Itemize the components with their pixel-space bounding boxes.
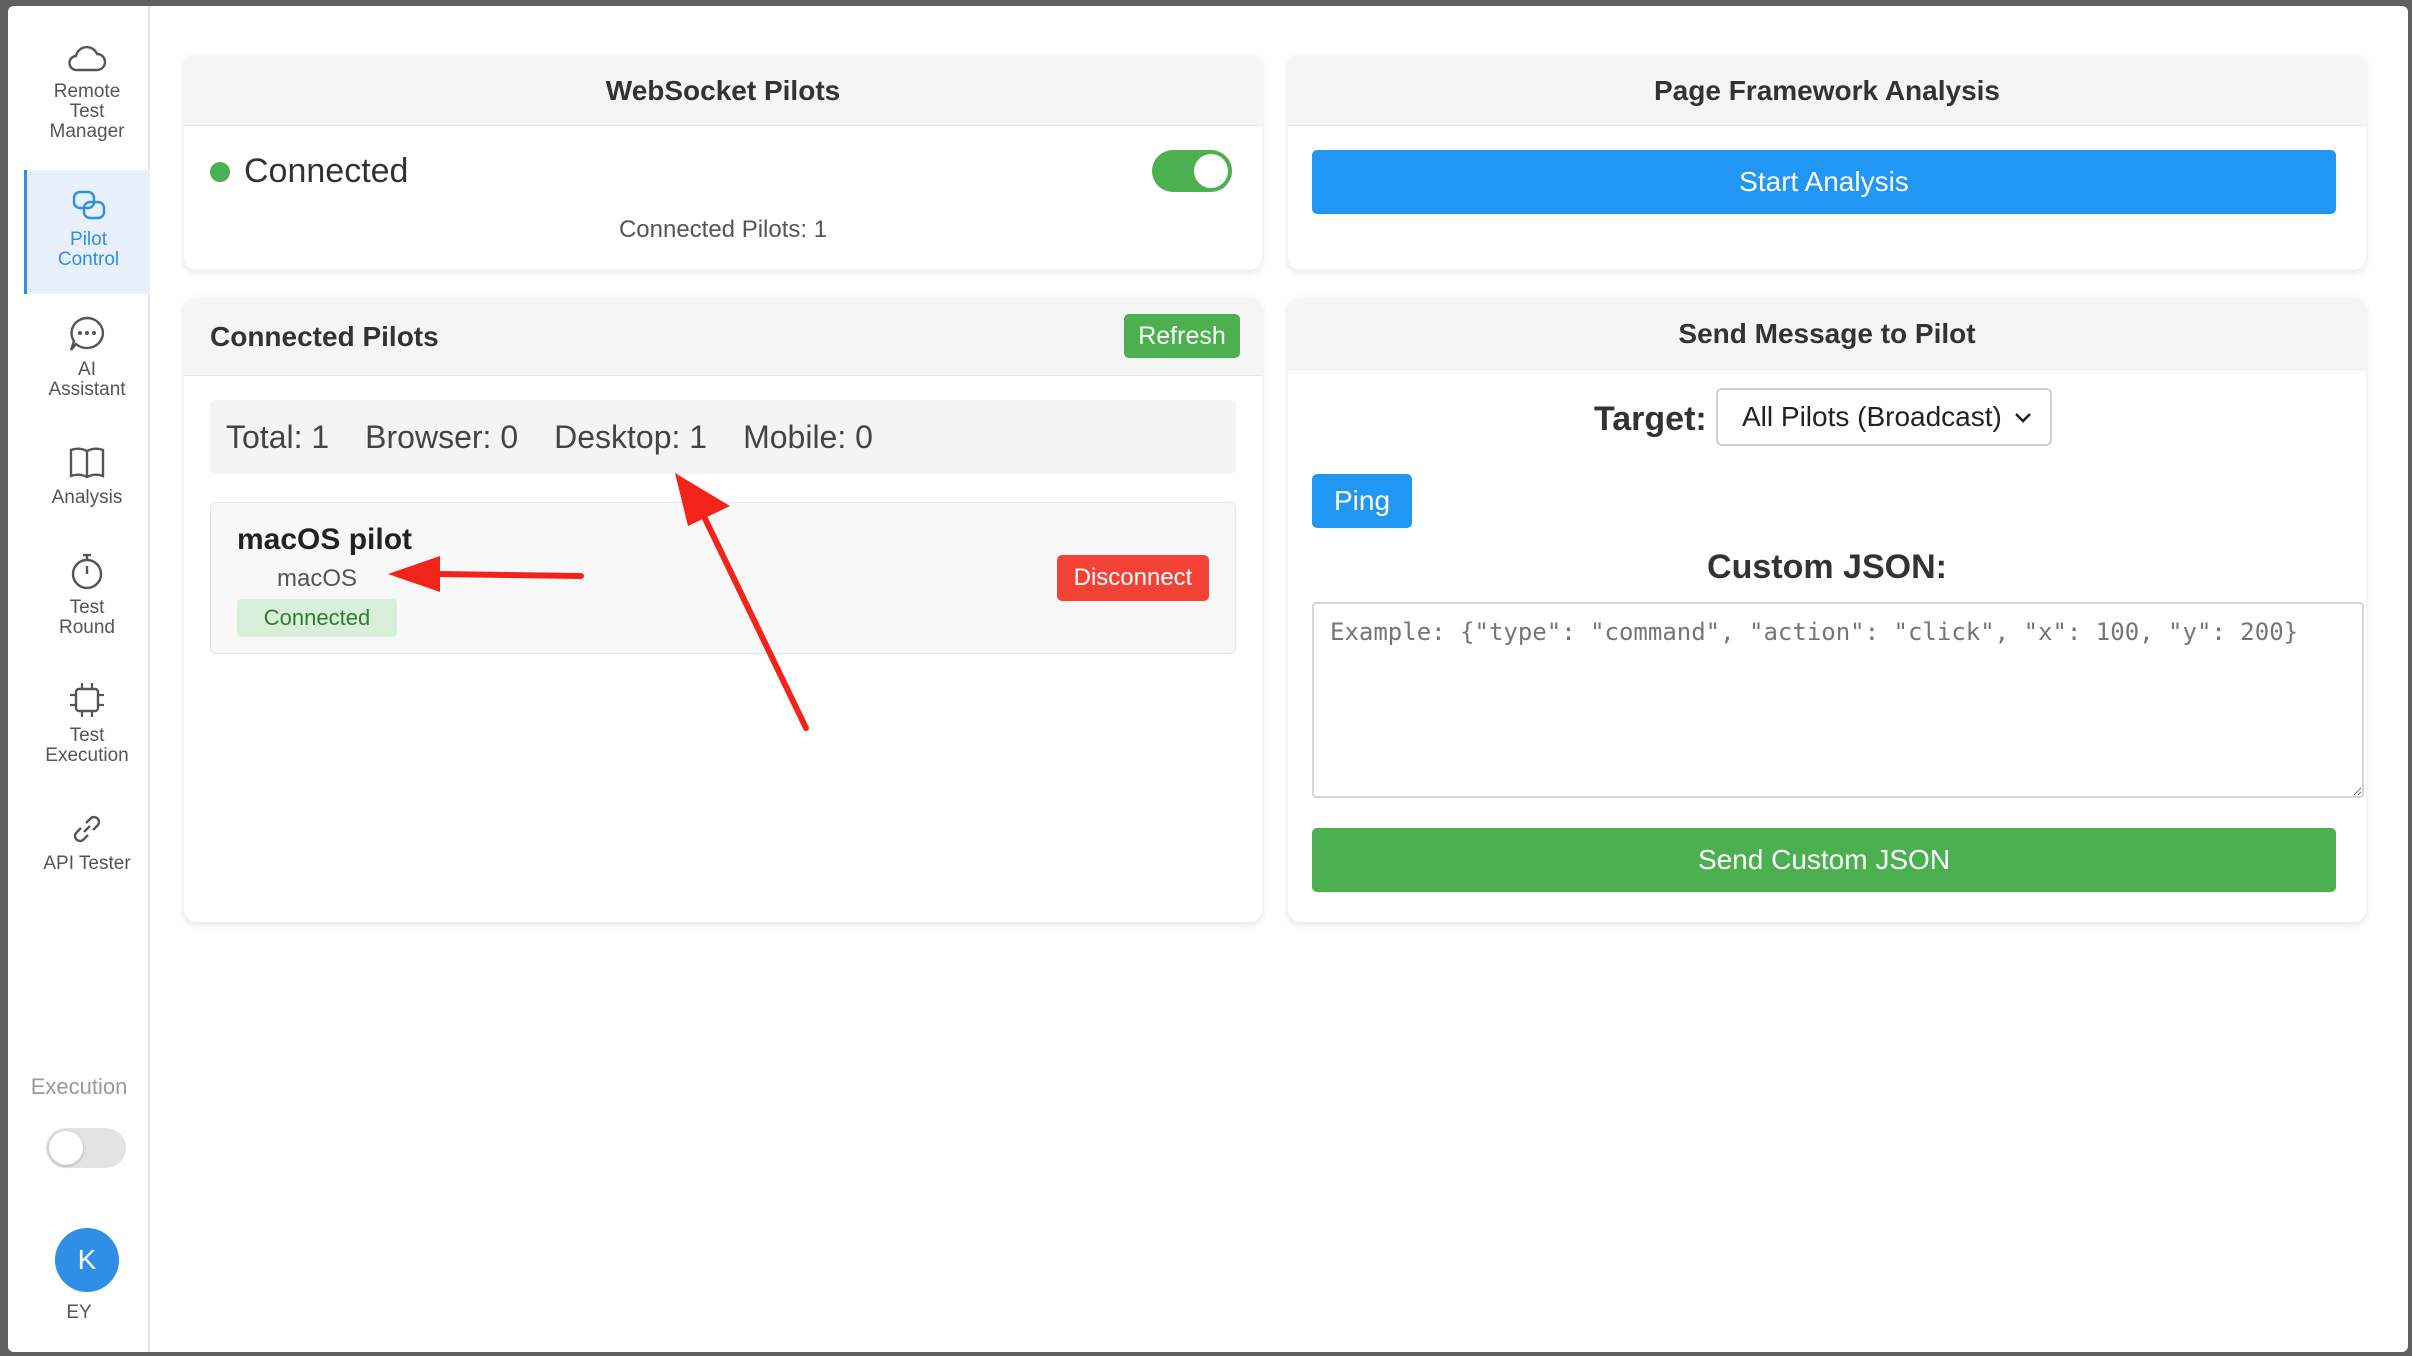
sidebar-item-label: Test Round [59, 597, 115, 638]
stat-browser: Browser: 0 [365, 418, 519, 455]
connected-pilots-count: Connected Pilots: 1 [618, 216, 828, 243]
pilot-name: macOS pilot [237, 523, 413, 556]
start-analysis-button[interactable]: Start Analysis [1312, 150, 2336, 214]
card-title: Connected Pilots [184, 298, 1262, 376]
sidebar-item-label: Pilot Control [57, 229, 120, 270]
sidebar-item-label: AI Assistant [48, 359, 126, 400]
pilot-stats-bar: Total: 1 Browser: 0 Desktop: 1 Mobile: 0 [210, 400, 1236, 474]
send-custom-json-button[interactable]: Send Custom JSON [1312, 828, 2336, 892]
card-title: Send Message to Pilot [1288, 298, 2366, 370]
cloud-icon [68, 45, 107, 72]
app-window: Remote Test Manager Pilot Control AI Ass… [8, 6, 2408, 1352]
execution-toggle[interactable] [46, 1128, 126, 1168]
stopwatch-icon [71, 553, 103, 590]
target-label: Target: [1594, 400, 1707, 438]
sidebar-item-label: Remote Test Manager [49, 81, 125, 142]
status-badge: Connected [237, 599, 397, 637]
sidebar-item-test-round[interactable]: Test Round [24, 550, 150, 638]
websocket-pilots-card: WebSocket Pilots Connected Connected Pil… [184, 56, 1262, 270]
toggle-knob [49, 1131, 83, 1165]
execution-label: Execution [30, 1074, 128, 1099]
toggle-knob [1194, 154, 1228, 188]
sidebar-item-analysis[interactable]: Analysis [24, 442, 150, 508]
connected-pilots-card: Connected Pilots Refresh Total: 1 Browse… [184, 298, 1262, 922]
sidebar-item-label: Test Execution [45, 725, 129, 766]
avatar[interactable]: K [55, 1228, 119, 1292]
target-select-value: All Pilots (Broadcast) [1742, 401, 2002, 432]
disconnect-button[interactable]: Disconnect [1057, 555, 1209, 601]
book-icon [69, 447, 105, 479]
chat-bubble-icon [69, 316, 105, 351]
stat-mobile: Mobile: 0 [743, 418, 873, 455]
sidebar-item-ai-assistant[interactable]: AI Assistant [24, 314, 150, 400]
avatar-name: EY [66, 1302, 92, 1323]
ping-button[interactable]: Ping [1312, 474, 1412, 528]
sidebar-item-pilot-control[interactable]: Pilot Control [24, 170, 150, 294]
pilot-os: macOS [277, 565, 358, 592]
sidebar-item-label: Analysis [51, 487, 123, 508]
pilot-link-icon [72, 190, 105, 220]
refresh-button[interactable]: Refresh [1124, 314, 1240, 358]
target-select[interactable]: All Pilots (Broadcast) [1716, 388, 2052, 446]
sidebar: Remote Test Manager Pilot Control AI Ass… [8, 6, 150, 1352]
sidebar-item-test-execution[interactable]: Test Execution [24, 680, 150, 766]
status-dot [210, 162, 230, 182]
link-icon [73, 815, 101, 843]
custom-json-textarea[interactable] [1312, 602, 2364, 798]
sidebar-item-label: API Tester [43, 853, 131, 874]
stat-desktop: Desktop: 1 [554, 418, 708, 455]
card-title: Page Framework Analysis [1288, 56, 2366, 126]
chevron-down-icon [2015, 413, 2031, 423]
list-item: macOS pilot macOS Connected Disconnect [210, 502, 1236, 654]
framework-analysis-card: Page Framework Analysis Start Analysis [1288, 56, 2366, 270]
custom-json-title: Custom JSON: [1707, 548, 1947, 586]
card-title: WebSocket Pilots [184, 56, 1262, 126]
sidebar-item-remote-test-manager[interactable]: Remote Test Manager [24, 42, 150, 142]
stat-total: Total: 1 [226, 418, 330, 455]
sidebar-item-api-tester[interactable]: API Tester [24, 810, 150, 874]
connection-toggle[interactable] [1152, 150, 1232, 192]
chip-icon [70, 683, 104, 717]
send-message-card: Send Message to Pilot Target: All Pilots… [1288, 298, 2366, 922]
connection-status: Connected [244, 152, 409, 190]
